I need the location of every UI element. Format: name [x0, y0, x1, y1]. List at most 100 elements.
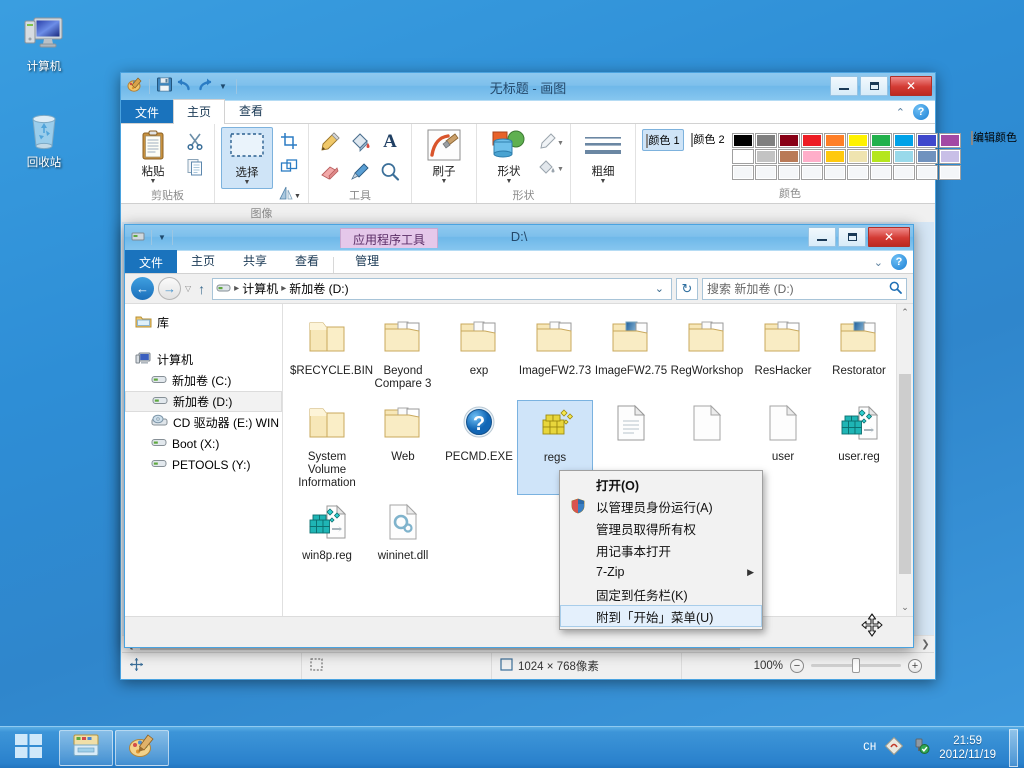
fill-bucket-icon[interactable] — [345, 127, 375, 157]
context-menu-item[interactable]: 7-Zip ▶ — [560, 561, 762, 583]
file-item[interactable]: ? PECMD.EXE — [441, 400, 517, 495]
color1-button[interactable]: 颜色 1 — [642, 129, 684, 151]
file-item[interactable]: RegWorkshop — [669, 314, 745, 396]
outline-pen-icon[interactable]: ▼ — [538, 129, 564, 153]
tab-home[interactable]: 主页 — [173, 99, 226, 124]
palette-swatch[interactable] — [801, 165, 823, 180]
file-item[interactable]: ResHacker — [745, 314, 821, 396]
file-item[interactable]: wininet.dll — [365, 499, 441, 568]
file-item[interactable]: user.reg — [821, 400, 897, 495]
copy-icon[interactable] — [182, 155, 208, 179]
palette-swatch[interactable] — [755, 149, 777, 164]
color2-button[interactable]: 颜色 2 — [687, 129, 729, 147]
palette-swatch[interactable] — [916, 165, 938, 180]
palette-swatch[interactable] — [732, 149, 754, 164]
search-icon[interactable] — [889, 281, 902, 297]
palette-swatch[interactable] — [755, 165, 777, 180]
context-menu-item[interactable]: 以管理员身份运行(A) — [560, 495, 762, 517]
magnifier-icon[interactable] — [375, 157, 405, 187]
scroll-down-arrow[interactable]: ⌄ — [897, 599, 913, 616]
palette-swatch[interactable] — [939, 149, 961, 164]
taskbar-button-paint[interactable] — [115, 729, 169, 766]
tab-manage[interactable]: 管理 — [341, 248, 393, 273]
maximize-button[interactable] — [838, 227, 866, 247]
palette-swatch[interactable] — [824, 149, 846, 164]
select-dropdown-icon[interactable]: ▼ — [222, 179, 272, 186]
close-button[interactable]: ✕ — [868, 227, 910, 247]
scroll-up-arrow[interactable]: ⌃ — [897, 304, 913, 321]
zoom-control[interactable]: 100% − + — [754, 658, 934, 673]
palette-swatch[interactable] — [939, 133, 961, 148]
file-item[interactable]: ImageFW2.75 — [593, 314, 669, 396]
tab-view[interactable]: 查看 — [281, 248, 333, 273]
palette-swatch[interactable] — [916, 149, 938, 164]
nav-item-0[interactable]: 库 — [125, 312, 282, 333]
minimize-button[interactable] — [808, 227, 836, 247]
close-button[interactable]: ✕ — [890, 76, 932, 96]
ime-language-indicator[interactable]: CH — [863, 742, 876, 754]
file-item[interactable]: System Volume Information — [289, 400, 365, 495]
palette-swatch[interactable] — [778, 165, 800, 180]
back-arrow-icon[interactable]: ← — [131, 277, 154, 300]
search-box[interactable]: 搜索 新加卷 (D:) — [702, 277, 907, 300]
help-icon[interactable]: ? — [891, 254, 907, 270]
palette-swatch[interactable] — [939, 165, 961, 180]
brush-button[interactable]: 刷子 ▼ — [418, 127, 470, 187]
file-item[interactable]: Restorator — [821, 314, 897, 396]
palette-swatch[interactable] — [732, 165, 754, 180]
refresh-icon[interactable]: ↻ — [676, 277, 698, 300]
palette-swatch[interactable] — [870, 133, 892, 148]
desktop-icon-recycle-bin[interactable]: 回收站 — [6, 106, 82, 170]
tab-file[interactable]: 文件 — [125, 250, 178, 273]
context-menu-item[interactable]: 附到「开始」菜单(U) — [560, 605, 762, 627]
up-arrow-icon[interactable]: ↑ — [195, 281, 208, 297]
nav-item-2[interactable]: 新加卷 (C:) — [125, 370, 282, 391]
palette-swatch[interactable] — [916, 133, 938, 148]
palette-swatch[interactable] — [870, 165, 892, 180]
nav-item-3[interactable]: 新加卷 (D:) — [125, 391, 282, 412]
paste-dropdown-icon[interactable]: ▼ — [127, 178, 179, 185]
shapes-button[interactable]: 形状 ▼ — [483, 127, 535, 187]
file-item[interactable]: $RECYCLE.BIN — [289, 314, 373, 396]
safely-remove-icon[interactable] — [912, 737, 930, 758]
context-menu-item[interactable]: 用记事本打开 — [560, 539, 762, 561]
show-desktop-button[interactable] — [1009, 728, 1018, 767]
brush-dropdown-icon[interactable]: ▼ — [418, 178, 470, 185]
file-item[interactable]: ImageFW2.73 — [517, 314, 593, 396]
maximize-button[interactable] — [860, 76, 888, 96]
crop-icon[interactable] — [276, 129, 302, 153]
tab-file[interactable]: 文件 — [121, 100, 174, 123]
forward-arrow-icon[interactable]: → — [158, 277, 181, 300]
palette-swatch[interactable] — [847, 165, 869, 180]
breadcrumb-item-computer[interactable]: 计算机 — [242, 280, 278, 297]
file-item[interactable]: win8p.reg — [289, 499, 365, 568]
nav-item-1[interactable]: 计算机 — [125, 349, 282, 370]
paint-ribbon-tabs[interactable]: 文件 主页 查看 ⌃ ? — [121, 99, 935, 124]
palette-swatch[interactable] — [778, 149, 800, 164]
file-item[interactable]: Web — [365, 400, 441, 495]
nav-item-4[interactable]: CD 驱动器 (E:) WIN — [125, 412, 282, 433]
palette-swatch[interactable] — [847, 133, 869, 148]
desktop-icon-computer[interactable]: 计算机 — [6, 10, 82, 74]
eraser-icon[interactable] — [315, 157, 345, 187]
palette-swatch[interactable] — [824, 133, 846, 148]
fill-style-icon[interactable]: ▼ — [538, 155, 564, 179]
edit-colors-button[interactable]: 编辑颜色 — [970, 129, 1018, 145]
nav-item-5[interactable]: Boot (X:) — [125, 433, 282, 454]
palette-swatch[interactable] — [732, 133, 754, 148]
chevron-up-icon[interactable]: ⌃ — [896, 106, 905, 119]
file-item[interactable]: exp — [441, 314, 517, 396]
explorer-ribbon-tabs[interactable]: 文件 主页 共享 查看 管理 ⌄ ? — [125, 248, 913, 274]
palette-swatch[interactable] — [755, 133, 777, 148]
paint-window-controls[interactable]: ✕ — [830, 76, 932, 96]
address-bar[interactable]: ▸ 计算机 ▸ 新加卷 (D:) ⌄ — [212, 277, 672, 300]
ime-icon[interactable] — [885, 736, 904, 758]
system-tray[interactable]: CH 21:59 2012/11/19 — [863, 728, 1024, 767]
thickness-button[interactable]: 粗细 ▼ — [577, 127, 629, 187]
context-menu-item[interactable]: 打开(O) — [560, 473, 762, 495]
zoom-slider-thumb[interactable] — [852, 658, 860, 673]
context-menu-item[interactable]: 管理员取得所有权 — [560, 517, 762, 539]
pencil-icon[interactable] — [315, 127, 345, 157]
palette-swatch[interactable] — [893, 133, 915, 148]
taskbar-button-explorer[interactable] — [59, 729, 113, 766]
